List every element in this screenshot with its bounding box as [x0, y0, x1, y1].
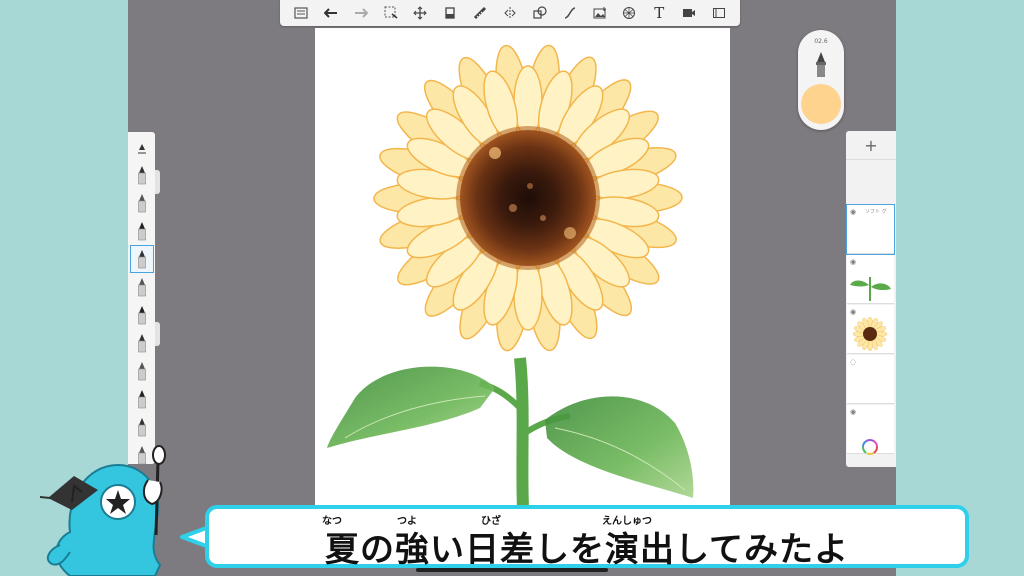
brush-eraser-icon[interactable] [131, 414, 153, 440]
petal [513, 65, 543, 137]
brush-puck[interactable]: 02.6 [798, 30, 844, 130]
layer-thumb-sunflower [852, 317, 888, 351]
eye-icon[interactable]: ◉ [850, 208, 856, 216]
layer-item[interactable]: ◉ [847, 305, 894, 354]
palette-handle[interactable] [155, 322, 160, 346]
brush-brush-icon[interactable] [131, 358, 153, 384]
symmetry-icon[interactable] [499, 2, 521, 24]
ruler-icon[interactable] [469, 2, 491, 24]
brush-palette-handle-icon[interactable] [131, 138, 153, 158]
brush-pencil-icon[interactable] [131, 190, 153, 216]
layer-item[interactable]: ◌ [847, 355, 894, 404]
current-color-swatch[interactable] [801, 84, 841, 124]
brush-brush-icon[interactable] [131, 330, 153, 356]
add-layer-button[interactable]: + [846, 131, 896, 160]
transform-icon[interactable] [409, 2, 431, 24]
text-tool[interactable]: T [648, 2, 670, 24]
brush-size-value: 02.6 [814, 38, 828, 45]
redo-icon[interactable] [350, 2, 372, 24]
perspective-icon[interactable] [618, 2, 640, 24]
brush-airbrush-icon[interactable] [131, 386, 153, 412]
fullscreen-icon[interactable] [708, 2, 730, 24]
brush-marker-icon[interactable] [131, 218, 153, 244]
layer-item[interactable]: ◉ ソフト グ [846, 204, 895, 255]
drawing-canvas[interactable] [315, 28, 730, 509]
fill-icon[interactable] [439, 2, 461, 24]
eye-icon[interactable]: ◉ [850, 408, 856, 416]
top-toolbar: T [280, 0, 740, 26]
brush-pen-icon[interactable] [131, 274, 153, 300]
ipad-screen: T 02.6 + ◉ ソフト グ ◉ ◉ ◌ ◉ [128, 0, 896, 576]
eye-icon[interactable]: ◉ [850, 258, 856, 266]
shape-icon[interactable] [529, 2, 551, 24]
selection-icon[interactable] [380, 2, 402, 24]
eye-hidden-icon[interactable]: ◌ [850, 358, 856, 366]
layer-item[interactable]: ◉ [847, 255, 894, 304]
layer-name: ソフト グ [865, 209, 887, 215]
brush-pen-icon[interactable] [131, 302, 153, 328]
sunflower-artwork [327, 44, 694, 509]
video-icon[interactable] [678, 2, 700, 24]
subtitle-text: 夏の強い日差しを演出してみたよ [325, 530, 849, 570]
subtitle-box: なつ つよ ひざ えんしゅつ 夏の強い日差しを演出してみたよ [205, 505, 969, 570]
image-import-icon[interactable] [589, 2, 611, 24]
brush-pencil-icon[interactable] [131, 162, 153, 188]
layer-thumb-leaves [850, 277, 891, 301]
brush-tip-icon [816, 52, 826, 77]
eye-icon[interactable]: ◉ [850, 308, 856, 316]
petal [513, 259, 543, 331]
layers-panel: + ◉ ソフト グ ◉ ◉ ◌ ◉ [846, 131, 896, 467]
color-wheel-icon[interactable] [862, 439, 878, 455]
brush-palette [128, 132, 155, 465]
undo-icon[interactable] [320, 2, 342, 24]
curve-icon[interactable] [559, 2, 581, 24]
brush-marker-icon[interactable] [129, 245, 154, 273]
home-indicator[interactable] [416, 568, 608, 572]
mascot-character [39, 445, 166, 576]
palette-handle[interactable] [155, 170, 160, 194]
layout-icon[interactable] [290, 2, 312, 24]
